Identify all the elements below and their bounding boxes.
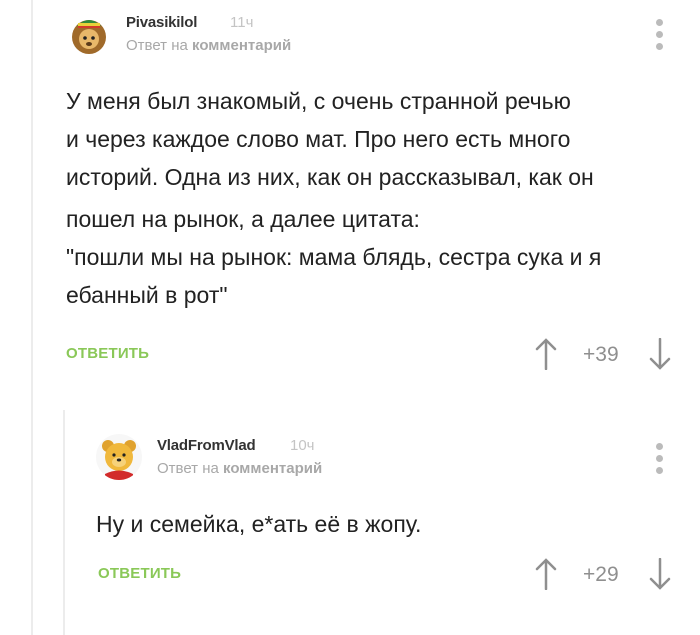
comment-author[interactable]: VladFromVlad [157,437,256,454]
thread-line-nested [63,410,65,635]
comment-rating: +39 [583,343,619,366]
comment-line: "пошли мы на рынок: мама блядь, сестра с… [66,244,602,270]
downvote-arrow-icon[interactable] [649,557,671,595]
reply-button[interactable]: ОТВЕТИТЬ [98,565,181,582]
reply-to-target[interactable]: комментарий [223,460,322,477]
reply-button[interactable]: ОТВЕТИТЬ [66,345,149,362]
lion-avatar-icon[interactable] [66,12,112,58]
downvote-arrow-icon[interactable] [649,337,671,375]
reply-to-link[interactable]: Ответ на комментарий [157,460,322,477]
comment-line: историй. Одна из них, как он рассказывал… [66,164,594,190]
reply-to-prefix: Ответ на [157,460,219,477]
comment-text: Ну и семейка, е*ать её в жопу. [96,505,656,543]
upvote-arrow-icon[interactable] [535,338,557,375]
comment-text: У меня был знакомый, с очень странной ре… [66,82,666,314]
comment-time: 10ч [290,437,315,454]
winnie-the-pooh-avatar-icon[interactable] [96,434,142,480]
comment-line: Ну и семейка, е*ать её в жопу. [96,511,422,537]
upvote-arrow-icon[interactable] [535,558,557,595]
thread-line [31,0,33,635]
comment-line: У меня был знакомый, с очень странной ре… [66,88,571,114]
comment-rating: +29 [583,563,619,586]
comment-line: ебанный в рот" [66,282,228,308]
comment-time: 11ч [230,14,254,31]
more-options-icon[interactable] [653,19,665,55]
more-options-icon[interactable] [653,443,665,479]
reply-to-link[interactable]: Ответ на комментарий [126,37,291,54]
comment-line: пошел на рынок, а далее цитата: [66,206,420,232]
reply-to-target[interactable]: комментарий [192,37,291,54]
comment-author[interactable]: Pivasikilol [126,14,197,31]
reply-to-prefix: Ответ на [126,37,188,54]
comment-line: и через каждое слово мат. Про него есть … [66,126,571,152]
